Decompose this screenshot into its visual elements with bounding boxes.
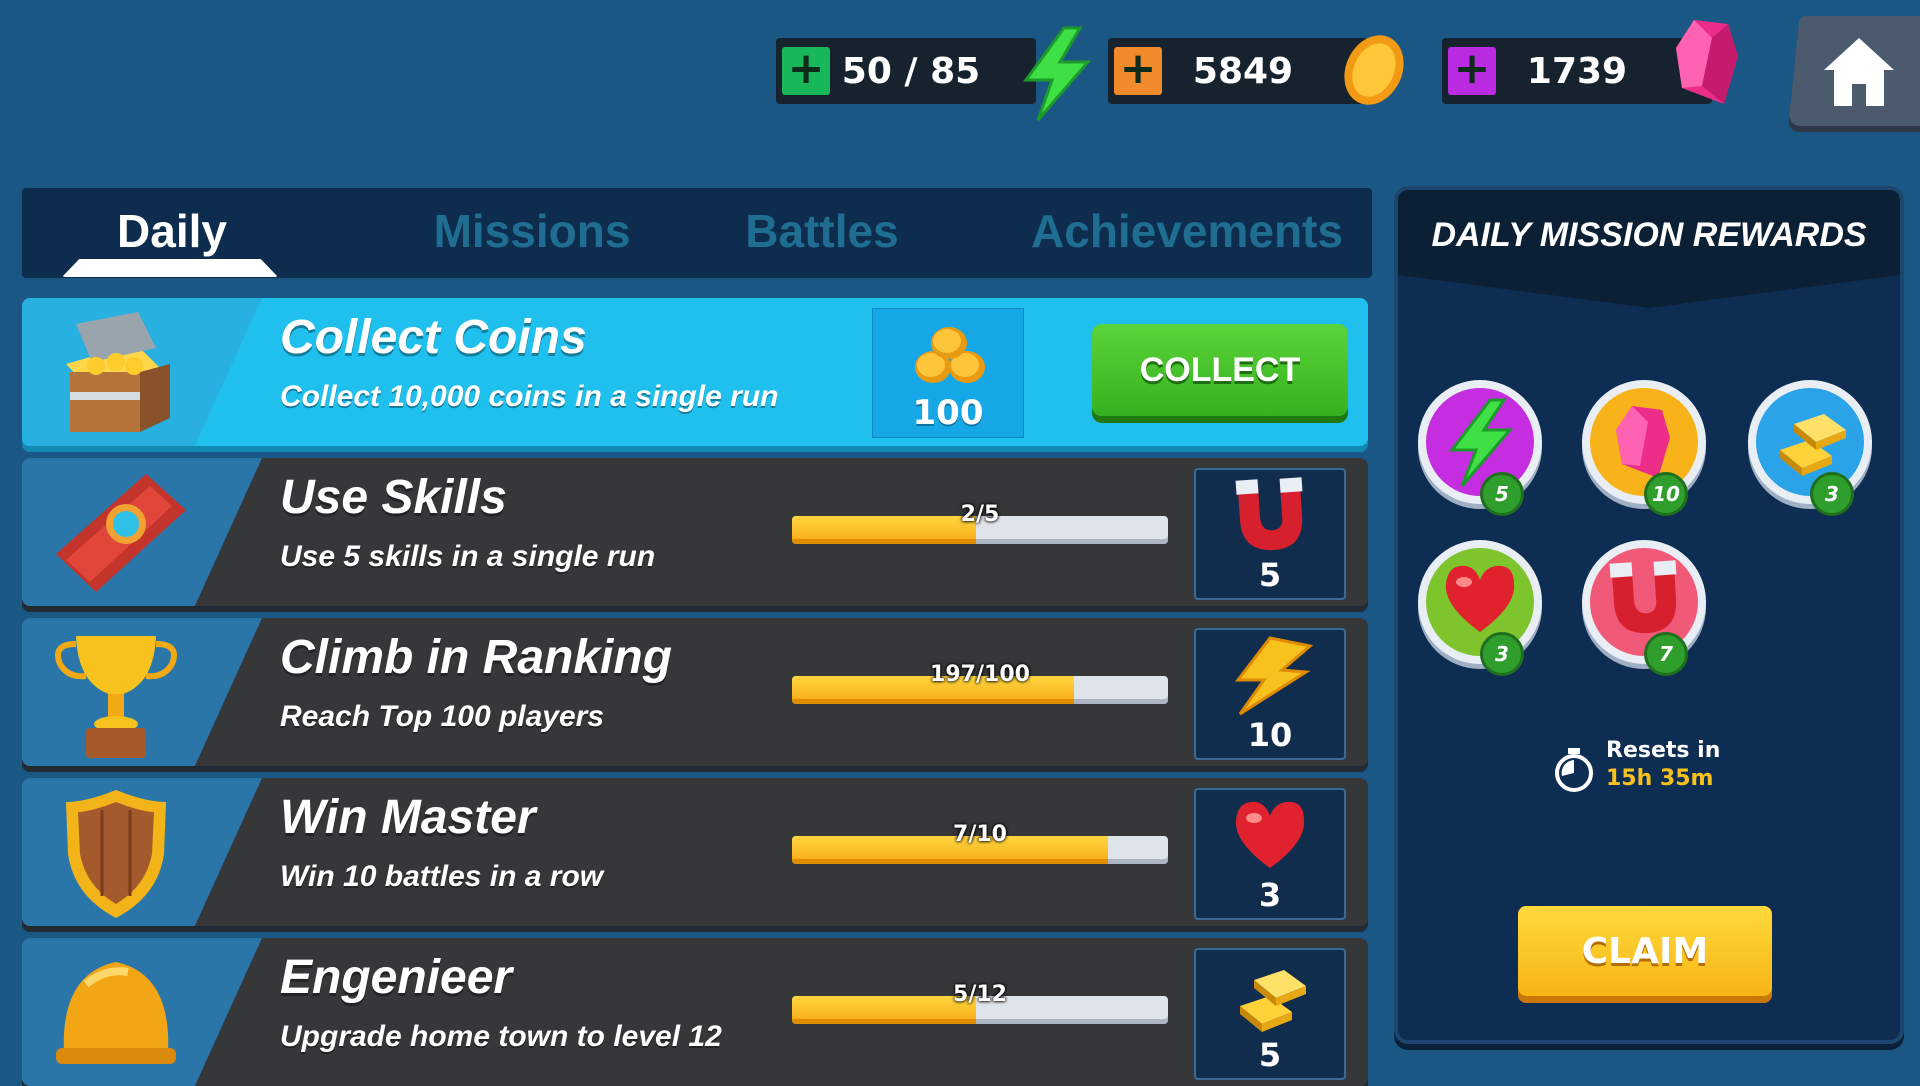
progress-text: 7/10	[953, 822, 1007, 847]
hard-hat-icon	[56, 962, 176, 1064]
add-gems-button[interactable]: +	[1448, 47, 1496, 95]
mission-description: Win 10 battles in a row	[280, 860, 604, 893]
mission-title: Win Master	[280, 791, 536, 844]
reward-amount: 10	[1247, 716, 1293, 754]
gold-bars-icon	[1780, 414, 1846, 476]
reward-amount: 5	[1258, 556, 1282, 594]
add-coins-button[interactable]: +	[1114, 47, 1162, 95]
tab-battles[interactable]: Battles	[702, 188, 942, 274]
coins-icon	[915, 327, 985, 383]
mission-row-engineer: Engenieer Upgrade home town to level 12 …	[22, 938, 1368, 1086]
magnet-icon	[1609, 560, 1677, 634]
trophy-icon	[55, 636, 177, 758]
reward-box: 100	[872, 308, 1024, 438]
reward-count-badge: 5	[1480, 472, 1524, 516]
reward-bubble-gold[interactable]: 3	[1748, 380, 1872, 516]
reward-box: 3	[1194, 788, 1346, 920]
mission-title: Use Skills	[280, 471, 507, 524]
shield-icon	[66, 790, 166, 918]
reward-box: 10	[1194, 628, 1346, 760]
heart-icon	[1445, 565, 1515, 632]
skill-book-icon	[56, 474, 186, 592]
progress-text: 197/100	[930, 662, 1030, 687]
claim-button[interactable]: CLAIM	[1518, 906, 1772, 996]
progress-text: 2/5	[960, 502, 1000, 527]
mission-title: Collect Coins	[280, 311, 587, 364]
coin-icon	[1344, 35, 1404, 105]
reward-bubble-gems[interactable]: 10	[1582, 380, 1706, 516]
collect-button[interactable]: COLLECT	[1092, 324, 1348, 416]
treasure-chest-icon	[66, 312, 170, 432]
resets-label: Resets in	[1606, 738, 1721, 763]
magnet-icon	[1235, 477, 1303, 551]
mission-row-win-master: Win Master Win 10 battles in a row 7/10 …	[22, 778, 1368, 926]
mission-title: Climb in Ranking	[280, 631, 673, 684]
coins-value: 5849	[1192, 50, 1294, 92]
stopwatch-icon	[1555, 748, 1593, 792]
reward-count-badge: 3	[1480, 632, 1524, 676]
reward-amount: 3	[1258, 876, 1282, 914]
mission-description: Reach Top 100 players	[280, 700, 605, 733]
reward-amount: 5	[1258, 1036, 1282, 1074]
reward-bubble-magnet[interactable]: 7	[1582, 540, 1706, 676]
progress-text: 5/12	[953, 982, 1007, 1007]
tab-missions[interactable]: Missions	[382, 188, 682, 274]
mission-description: Collect 10,000 coins in a single run	[280, 380, 779, 413]
gold-bars-icon	[1240, 970, 1306, 1032]
mission-title: Engenieer	[280, 951, 513, 1004]
lightning-icon	[1234, 636, 1314, 716]
reward-box: 5	[1194, 468, 1346, 600]
reward-amount: 100	[912, 393, 984, 433]
reward-box: 5	[1194, 948, 1346, 1080]
mission-row-climb-ranking: Climb in Ranking Reach Top 100 players 1…	[22, 618, 1368, 766]
resets-countdown: 15h 35m	[1606, 766, 1714, 791]
add-energy-button[interactable]: +	[782, 47, 830, 95]
reward-bubble-heart[interactable]: 3	[1418, 540, 1542, 676]
mission-description: Upgrade home town to level 12	[280, 1020, 722, 1053]
reward-count-badge: 10	[1644, 472, 1688, 516]
gem-icon	[1676, 20, 1738, 104]
tab-achievements[interactable]: Achievements	[1012, 188, 1362, 274]
lightning-icon	[1023, 26, 1092, 121]
energy-value: 50 / 85	[841, 50, 981, 92]
reward-count-badge: 7	[1644, 632, 1688, 676]
gems-value: 1739	[1526, 50, 1628, 92]
mission-description: Use 5 skills in a single run	[280, 540, 656, 573]
coins-counter: + 5849	[1108, 38, 1368, 104]
energy-counter: + 50 / 85	[776, 38, 1036, 104]
mission-row-collect-coins: Collect Coins Collect 10,000 coins in a …	[22, 298, 1368, 446]
panel-title: DAILY MISSION REWARDS	[1431, 216, 1867, 254]
reward-bubble-energy[interactable]: 5	[1418, 380, 1542, 516]
home-icon	[1824, 38, 1894, 106]
mission-row-use-skills: Use Skills Use 5 skills in a single run …	[22, 458, 1368, 606]
reward-count-badge: 3	[1810, 472, 1854, 516]
heart-icon	[1235, 801, 1305, 868]
active-tab-indicator	[62, 259, 278, 277]
